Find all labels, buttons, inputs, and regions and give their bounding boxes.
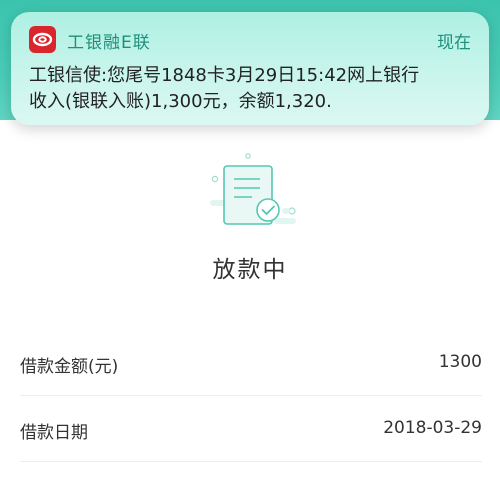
loan-amount-value: 1300: [438, 352, 482, 372]
notification-header: 工银融E联 现在: [29, 26, 471, 53]
document-check-icon: [200, 148, 300, 238]
notification-message: 工银信使:您尾号1848卡3月29日15:42网上银行 收入(银联入账)1,30…: [29, 63, 479, 115]
loan-date-value: 2018-03-29: [383, 418, 482, 438]
notification-line-1: 工银信使:您尾号1848卡3月29日15:42网上银行: [29, 65, 420, 86]
detail-row-loan-amount: 借款金额(元) 1300: [20, 330, 482, 396]
notification-line-2: 收入(银联入账)1,300元，余额1,320.: [29, 91, 332, 112]
status-title: 放款中: [212, 257, 288, 283]
loan-date-label: 借款日期: [20, 423, 88, 443]
notification-banner[interactable]: 工银融E联 现在 工银信使:您尾号1848卡3月29日15:42网上银行 收入(…: [11, 12, 489, 125]
notification-app-name: 工银融E联: [67, 33, 151, 53]
detail-row-loan-date: 借款日期 2018-03-29: [20, 396, 482, 462]
icbc-logo-icon: [29, 26, 56, 53]
screen: 工银融E联 现在 工银信使:您尾号1848卡3月29日15:42网上银行 收入(…: [0, 0, 500, 477]
loan-amount-label: 借款金额(元): [20, 357, 119, 377]
notification-time: 现在: [437, 33, 471, 53]
